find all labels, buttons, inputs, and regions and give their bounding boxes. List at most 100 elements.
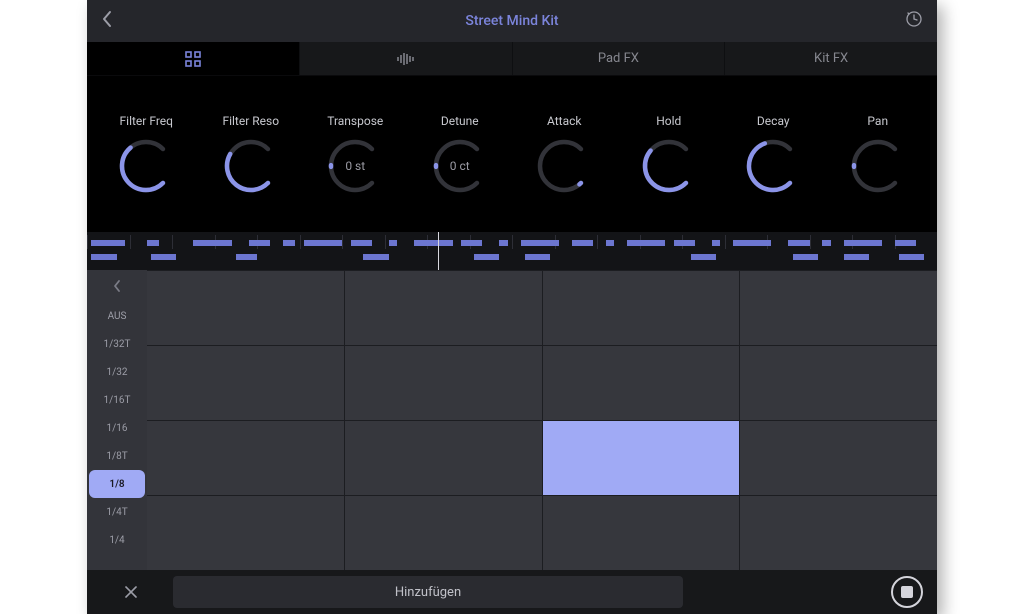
timeline-segment	[572, 240, 593, 246]
knob-pan[interactable]	[850, 138, 906, 194]
waveform-icon	[396, 52, 416, 66]
footer-bar: Hinzufügen	[87, 570, 937, 614]
back-button[interactable]	[101, 10, 113, 33]
quantize-option[interactable]: 1/32T	[87, 330, 147, 358]
timeline-segment	[91, 254, 117, 260]
grid-cell[interactable]	[543, 271, 741, 345]
kit-title[interactable]: Street Mind Kit	[465, 13, 558, 29]
knob-unit: Attack	[515, 114, 614, 194]
grid-row	[147, 270, 937, 345]
header-bar: Street Mind Kit	[87, 0, 937, 42]
close-button[interactable]	[101, 584, 161, 600]
knob-decay[interactable]	[745, 138, 801, 194]
knob-detune[interactable]: 0 ct	[432, 138, 488, 194]
knob-unit: Filter Freq	[97, 114, 196, 194]
grid-row	[147, 345, 937, 420]
knob-label: Filter Freq	[120, 114, 173, 128]
tab-label: Pad FX	[598, 51, 639, 66]
timeline-segment	[822, 240, 831, 246]
timeline-segment	[627, 240, 665, 246]
tab-label: Kit FX	[814, 51, 848, 66]
knob-transpose[interactable]: 0 st	[327, 138, 383, 194]
knob-filter-freq[interactable]	[118, 138, 174, 194]
knob-unit: Pan	[829, 114, 928, 194]
timeline-segment	[844, 254, 870, 260]
tab-pads-grid[interactable]	[87, 42, 300, 75]
pad-grid	[147, 270, 937, 570]
timeline-segment	[793, 254, 819, 260]
grid-cell[interactable]	[345, 421, 543, 495]
timeline-segment	[844, 240, 882, 246]
tab-kit-fx[interactable]: Kit FX	[725, 42, 937, 75]
grid-cell[interactable]	[345, 346, 543, 420]
grid-icon	[185, 51, 201, 67]
grid-cell[interactable]	[147, 496, 345, 570]
timeline-segment	[389, 240, 398, 246]
quantize-option[interactable]: 1/4	[87, 526, 147, 554]
timeline-segment	[351, 240, 372, 246]
grid-cell[interactable]	[147, 271, 345, 345]
add-button[interactable]: Hinzufügen	[173, 576, 683, 608]
tab-pad-fx[interactable]: Pad FX	[513, 42, 726, 75]
timeline-segment	[674, 240, 695, 246]
grid-cell[interactable]	[543, 346, 741, 420]
library-icon[interactable]	[905, 10, 923, 32]
quantize-option[interactable]: 1/16	[87, 414, 147, 442]
timeline-segment	[363, 254, 389, 260]
app-window: Street Mind Kit	[87, 0, 937, 614]
knob-unit: Detune 0 ct	[411, 114, 510, 194]
timeline-segment	[525, 254, 551, 260]
grid-cell[interactable]	[345, 271, 543, 345]
grid-cell[interactable]	[740, 271, 937, 345]
timeline-segment	[236, 254, 257, 260]
knobs-row: Filter Freq Filter Reso Transpose 0 stDe…	[87, 76, 937, 232]
knob-unit: Filter Reso	[202, 114, 301, 194]
knob-value: 0 st	[345, 159, 365, 173]
grid-cell[interactable]	[147, 421, 345, 495]
tab-waveform[interactable]	[300, 42, 513, 75]
grid-cell[interactable]	[543, 496, 741, 570]
knob-label: Filter Reso	[222, 114, 279, 128]
grid-row	[147, 420, 937, 495]
grid-cell[interactable]	[345, 496, 543, 570]
timeline-segment	[474, 254, 500, 260]
timeline-segment	[304, 240, 342, 246]
tab-bar: Pad FX Kit FX	[87, 42, 937, 76]
timeline[interactable]	[87, 232, 937, 270]
timeline-segment	[147, 240, 160, 246]
quantize-option[interactable]: 1/16T	[87, 386, 147, 414]
knob-attack[interactable]	[536, 138, 592, 194]
timeline-segment	[788, 240, 809, 246]
timeline-segment	[499, 240, 508, 246]
quantize-option[interactable]: 1/4T	[87, 498, 147, 526]
sidebar-back-button[interactable]	[87, 270, 147, 302]
quantize-option[interactable]: 1/8T	[87, 442, 147, 470]
quantize-option[interactable]: 1/32	[87, 358, 147, 386]
knob-unit: Hold	[620, 114, 719, 194]
timeline-segment	[733, 240, 771, 246]
grid-cell[interactable]	[147, 346, 345, 420]
stop-button[interactable]	[891, 576, 923, 608]
knob-filter-reso[interactable]	[223, 138, 279, 194]
playhead[interactable]	[438, 232, 439, 270]
grid-cell[interactable]	[543, 421, 741, 495]
timeline-segment	[461, 240, 482, 246]
grid-cell[interactable]	[740, 346, 937, 420]
grid-area: AUS1/32T1/321/16T1/161/8T1/81/4T1/4	[87, 270, 937, 570]
quantize-option[interactable]: 1/8	[89, 470, 145, 498]
grid-sidebar: AUS1/32T1/321/16T1/161/8T1/81/4T1/4	[87, 270, 147, 570]
timeline-segment	[193, 240, 231, 246]
stop-icon	[901, 586, 913, 598]
knob-unit: Transpose 0 st	[306, 114, 405, 194]
grid-cell[interactable]	[740, 496, 937, 570]
quantize-option[interactable]: AUS	[87, 302, 147, 330]
grid-cell[interactable]	[740, 421, 937, 495]
timeline-segment	[283, 240, 296, 246]
knob-label: Attack	[547, 114, 581, 128]
timeline-segment	[899, 254, 925, 260]
knob-hold[interactable]	[641, 138, 697, 194]
timeline-segment	[151, 254, 177, 260]
grid-row	[147, 495, 937, 570]
knob-label: Detune	[441, 114, 479, 128]
knob-label: Pan	[867, 114, 888, 128]
